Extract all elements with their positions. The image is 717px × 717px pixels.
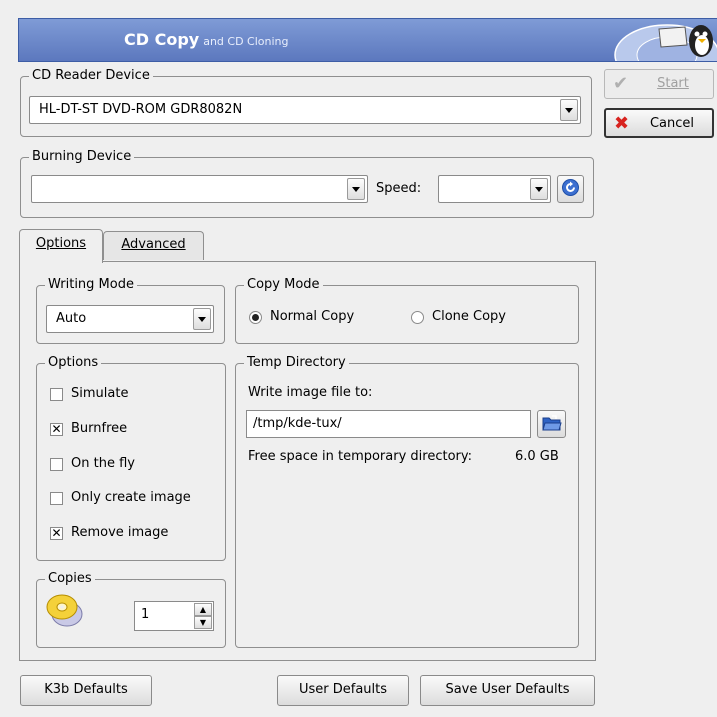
spin-up-button[interactable]: ▲: [194, 603, 212, 616]
chevron-down-icon[interactable]: [193, 308, 211, 330]
temp-path-input[interactable]: /tmp/kde-tux/: [246, 410, 531, 438]
cd-reader-select[interactable]: HL-DT-ST DVD-ROM GDR8082N: [29, 96, 581, 124]
tab-options[interactable]: Options: [19, 229, 103, 263]
check-icon: ✔: [613, 73, 629, 94]
speed-label: Speed:: [376, 181, 422, 196]
copies-legend: Copies: [45, 571, 95, 587]
free-space-value: 6.0 GB: [515, 449, 559, 464]
start-label: Start: [657, 76, 689, 91]
user-defaults-button[interactable]: User Defaults: [277, 675, 409, 706]
chevron-down-icon[interactable]: [347, 178, 365, 200]
chevron-down-icon[interactable]: [530, 178, 548, 200]
cancel-button[interactable]: ✖ Cancel: [604, 108, 714, 138]
copy-mode-legend: Copy Mode: [244, 277, 323, 293]
tab-advanced[interactable]: Advanced: [103, 231, 204, 260]
normal-copy-radio[interactable]: [249, 311, 262, 324]
writing-mode-value: Auto: [56, 311, 87, 326]
simulate-checkbox[interactable]: [50, 388, 63, 401]
copies-value: 1: [141, 607, 150, 622]
cd-stack-icon: [46, 594, 83, 627]
writing-mode-select[interactable]: Auto: [46, 305, 214, 333]
burning-device-legend: Burning Device: [29, 149, 135, 165]
save-user-defaults-label: Save User Defaults: [445, 682, 570, 697]
on-the-fly-label[interactable]: On the fly: [71, 456, 135, 471]
dialog-banner: CD Copy and CD Cloning: [18, 18, 717, 62]
refresh-speed-button[interactable]: [557, 175, 584, 203]
tab-options-label: Options: [35, 236, 87, 251]
cd-reader-legend: CD Reader Device: [29, 68, 153, 84]
cancel-x-icon: ✖: [614, 113, 630, 134]
only-create-image-checkbox[interactable]: [50, 492, 63, 505]
free-space-label: Free space in temporary directory:: [248, 449, 473, 464]
start-button[interactable]: ✔ Start: [604, 69, 714, 99]
folder-open-icon: [541, 414, 562, 430]
burnfree-checkbox[interactable]: ✕: [50, 423, 63, 436]
copies-spinbox[interactable]: 1 ▲ ▼: [134, 601, 214, 631]
k3b-defaults-button[interactable]: K3b Defaults: [20, 675, 152, 706]
clone-copy-radio[interactable]: [411, 311, 424, 324]
write-image-label: Write image file to:: [248, 385, 373, 400]
burnfree-label[interactable]: Burnfree: [71, 421, 127, 436]
cd-reader-value: HL-DT-ST DVD-ROM GDR8082N: [39, 102, 243, 117]
remove-image-checkbox[interactable]: ✕: [50, 527, 63, 540]
clone-copy-label[interactable]: Clone Copy: [432, 309, 506, 324]
banner-title: CD Copy and CD Cloning: [124, 30, 289, 49]
banner-title-text: CD Copy: [124, 30, 200, 49]
refresh-icon: [562, 179, 579, 196]
only-create-image-label[interactable]: Only create image: [71, 490, 191, 505]
speed-select[interactable]: [438, 175, 551, 203]
browse-folder-button[interactable]: [537, 410, 566, 438]
tux-cd-logo-icon: [614, 24, 717, 61]
cancel-label: Cancel: [649, 116, 695, 131]
chevron-down-icon[interactable]: [560, 99, 578, 121]
on-the-fly-checkbox[interactable]: [50, 458, 63, 471]
temp-directory-group: Temp Directory: [235, 355, 579, 648]
remove-image-label[interactable]: Remove image: [71, 525, 168, 540]
spin-down-button[interactable]: ▼: [194, 616, 212, 629]
temp-directory-legend: Temp Directory: [244, 355, 349, 371]
banner-subtitle: and CD Cloning: [203, 35, 289, 48]
save-user-defaults-button[interactable]: Save User Defaults: [420, 675, 595, 706]
temp-path-value: /tmp/kde-tux/: [253, 416, 342, 431]
tab-advanced-label: Advanced: [121, 237, 186, 252]
simulate-label[interactable]: Simulate: [71, 386, 128, 401]
writing-mode-legend: Writing Mode: [45, 277, 137, 293]
user-defaults-label: User Defaults: [298, 682, 388, 697]
options-legend: Options: [45, 355, 102, 371]
burning-device-select[interactable]: [31, 175, 368, 203]
normal-copy-label[interactable]: Normal Copy: [270, 309, 354, 324]
k3b-defaults-label: K3b Defaults: [44, 682, 128, 697]
